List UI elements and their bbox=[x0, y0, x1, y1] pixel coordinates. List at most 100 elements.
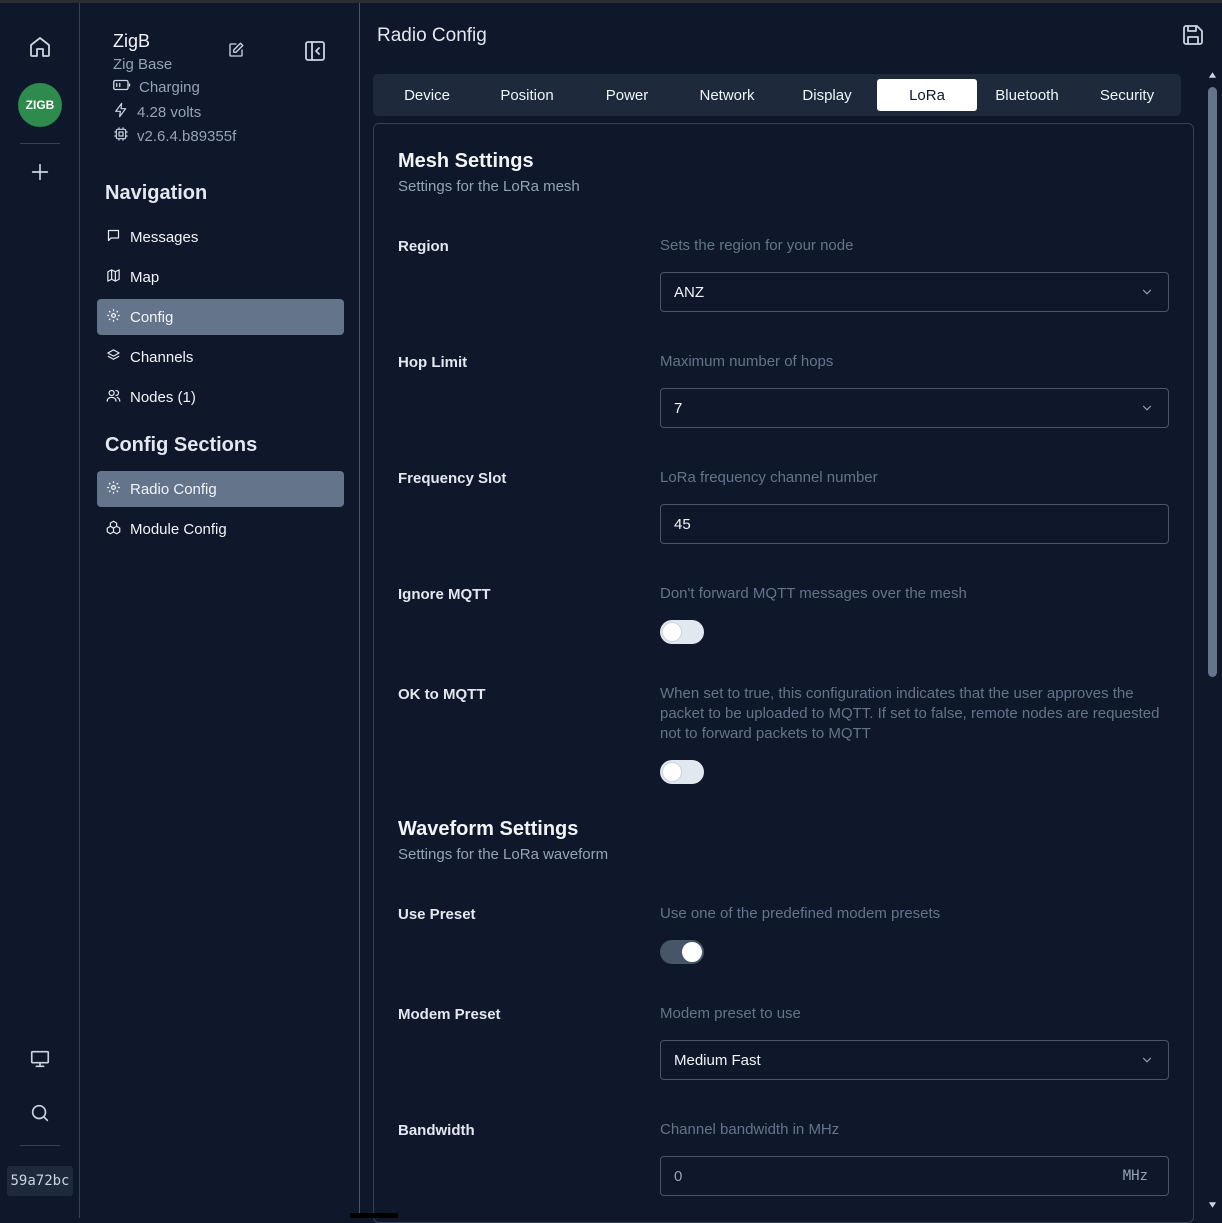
nav-item-label: Messages bbox=[130, 228, 199, 246]
users-icon bbox=[106, 388, 121, 407]
nav-item-map[interactable]: Map bbox=[97, 259, 344, 295]
ignore-mqtt-label: Ignore MQTT bbox=[398, 586, 491, 603]
main-scrollbar[interactable] bbox=[1204, 67, 1222, 1214]
use-preset-description: Use one of the predefined modem presets bbox=[660, 905, 941, 922]
tab-security[interactable]: Security bbox=[1077, 79, 1177, 111]
plus-icon[interactable] bbox=[26, 158, 54, 186]
tab-power[interactable]: Power bbox=[577, 79, 677, 111]
use-preset-toggle[interactable] bbox=[660, 940, 704, 964]
nav-item-config[interactable]: Config bbox=[97, 299, 344, 335]
scrollbar-thumb[interactable] bbox=[1208, 87, 1217, 677]
node-id-badge: 59a72bc bbox=[7, 1166, 73, 1196]
bandwidth-unit: MHz bbox=[1122, 1168, 1148, 1184]
voltage-status: 4.28 volts bbox=[113, 102, 201, 122]
hop-limit-select[interactable]: 7 bbox=[660, 388, 1169, 428]
battery-label: Charging bbox=[139, 78, 200, 96]
tab-position[interactable]: Position bbox=[477, 79, 577, 111]
scroll-down-arrow-icon bbox=[1208, 1202, 1217, 1208]
nav-item-nodes[interactable]: Nodes (1) bbox=[97, 379, 344, 415]
region-value: ANZ bbox=[674, 283, 704, 301]
battery-icon bbox=[113, 78, 131, 96]
firmware-status: v2.6.4.b89355f bbox=[113, 126, 236, 146]
save-icon[interactable] bbox=[1181, 23, 1205, 47]
ignore-mqtt-description: Don't forward MQTT messages over the mes… bbox=[660, 585, 967, 602]
frequency-slot-description: LoRa frequency channel number bbox=[660, 469, 878, 486]
tab-device[interactable]: Device bbox=[377, 79, 477, 111]
config-section-label: Module Config bbox=[130, 520, 227, 538]
bottom-edge-marker bbox=[350, 1213, 398, 1218]
map-icon bbox=[106, 268, 121, 287]
toggle-knob bbox=[662, 762, 682, 782]
scroll-up-arrow-icon bbox=[1208, 72, 1217, 78]
modem-preset-select[interactable]: Medium Fast bbox=[660, 1040, 1169, 1080]
bandwidth-description: Channel bandwidth in MHz bbox=[660, 1121, 840, 1138]
tab-display[interactable]: Display bbox=[777, 79, 877, 111]
region-select[interactable]: ANZ bbox=[660, 272, 1169, 312]
bandwidth-value: 0 bbox=[674, 1167, 683, 1185]
hop-limit-value: 7 bbox=[674, 399, 683, 417]
monitor-icon[interactable] bbox=[26, 1045, 54, 1073]
message-icon bbox=[106, 228, 121, 247]
gear-icon bbox=[106, 480, 121, 499]
region-label: Region bbox=[398, 238, 449, 255]
nav-item-label: Config bbox=[130, 308, 174, 326]
toggle-knob bbox=[662, 622, 682, 642]
main-content: Radio Config Device Position Power Netwo… bbox=[361, 3, 1222, 1223]
tab-bluetooth[interactable]: Bluetooth bbox=[977, 79, 1077, 111]
nav-item-label: Channels bbox=[130, 348, 194, 366]
chevron-down-icon bbox=[1140, 285, 1154, 303]
bolt-icon bbox=[113, 102, 129, 122]
tab-lora[interactable]: LoRa bbox=[877, 79, 977, 111]
rail-divider bbox=[20, 143, 60, 144]
rail-divider-bottom bbox=[20, 1145, 60, 1146]
tab-network[interactable]: Network bbox=[677, 79, 777, 111]
ok-to-mqtt-label: OK to MQTT bbox=[398, 686, 486, 703]
sidebar: ZigB Zig Base Charging 4.28 volts v2.6.4… bbox=[81, 3, 360, 1218]
app-rail: ZIGB 59a72bc bbox=[0, 3, 80, 1218]
chevron-down-icon bbox=[1140, 401, 1154, 419]
device-subtitle: Zig Base bbox=[113, 56, 173, 73]
sidebar-collapse-icon[interactable] bbox=[303, 39, 327, 63]
voltage-label: 4.28 volts bbox=[137, 103, 202, 121]
ok-to-mqtt-toggle[interactable] bbox=[660, 760, 704, 784]
device-name: ZigB bbox=[113, 31, 151, 51]
config-tabs: Device Position Power Network Display Lo… bbox=[373, 74, 1181, 116]
mesh-settings-heading: Mesh Settings bbox=[398, 150, 534, 172]
region-description: Sets the region for your node bbox=[660, 237, 854, 254]
layers-icon bbox=[106, 348, 121, 367]
battery-status: Charging bbox=[113, 78, 200, 96]
config-section-label: Radio Config bbox=[130, 480, 217, 498]
config-section-radio[interactable]: Radio Config bbox=[97, 471, 344, 507]
frequency-slot-label: Frequency Slot bbox=[398, 470, 507, 487]
nav-item-messages[interactable]: Messages bbox=[97, 219, 344, 255]
node-avatar[interactable]: ZIGB bbox=[18, 83, 62, 127]
firmware-label: v2.6.4.b89355f bbox=[137, 127, 237, 145]
bandwidth-input[interactable]: 0 MHz bbox=[660, 1156, 1169, 1196]
config-section-module[interactable]: Module Config bbox=[97, 511, 344, 547]
hop-limit-label: Hop Limit bbox=[398, 354, 468, 371]
waveform-settings-heading: Waveform Settings bbox=[398, 818, 579, 840]
bandwidth-label: Bandwidth bbox=[398, 1122, 475, 1139]
chip-icon bbox=[113, 126, 129, 146]
frequency-slot-value: 45 bbox=[674, 515, 691, 533]
navigation-heading: Navigation bbox=[105, 182, 208, 204]
config-sections-heading: Config Sections bbox=[105, 434, 258, 456]
search-icon[interactable] bbox=[26, 1099, 54, 1127]
nav-item-label: Map bbox=[130, 268, 160, 286]
waveform-settings-subtitle: Settings for the LoRa waveform bbox=[398, 846, 609, 863]
chevron-down-icon bbox=[1140, 1053, 1154, 1071]
page-title: Radio Config bbox=[377, 25, 487, 46]
nav-item-label: Nodes (1) bbox=[130, 388, 196, 406]
nav-item-channels[interactable]: Channels bbox=[97, 339, 344, 375]
home-icon[interactable] bbox=[26, 33, 54, 61]
modem-preset-value: Medium Fast bbox=[674, 1051, 761, 1069]
ignore-mqtt-toggle[interactable] bbox=[660, 620, 704, 644]
edit-icon[interactable] bbox=[227, 41, 247, 61]
boxes-icon bbox=[106, 520, 121, 539]
modem-preset-label: Modem Preset bbox=[398, 1006, 501, 1023]
toggle-knob bbox=[682, 942, 702, 962]
gear-icon bbox=[106, 308, 121, 327]
modem-preset-description: Modem preset to use bbox=[660, 1005, 801, 1022]
frequency-slot-input[interactable]: 45 bbox=[660, 504, 1169, 544]
hop-limit-description: Maximum number of hops bbox=[660, 353, 834, 370]
